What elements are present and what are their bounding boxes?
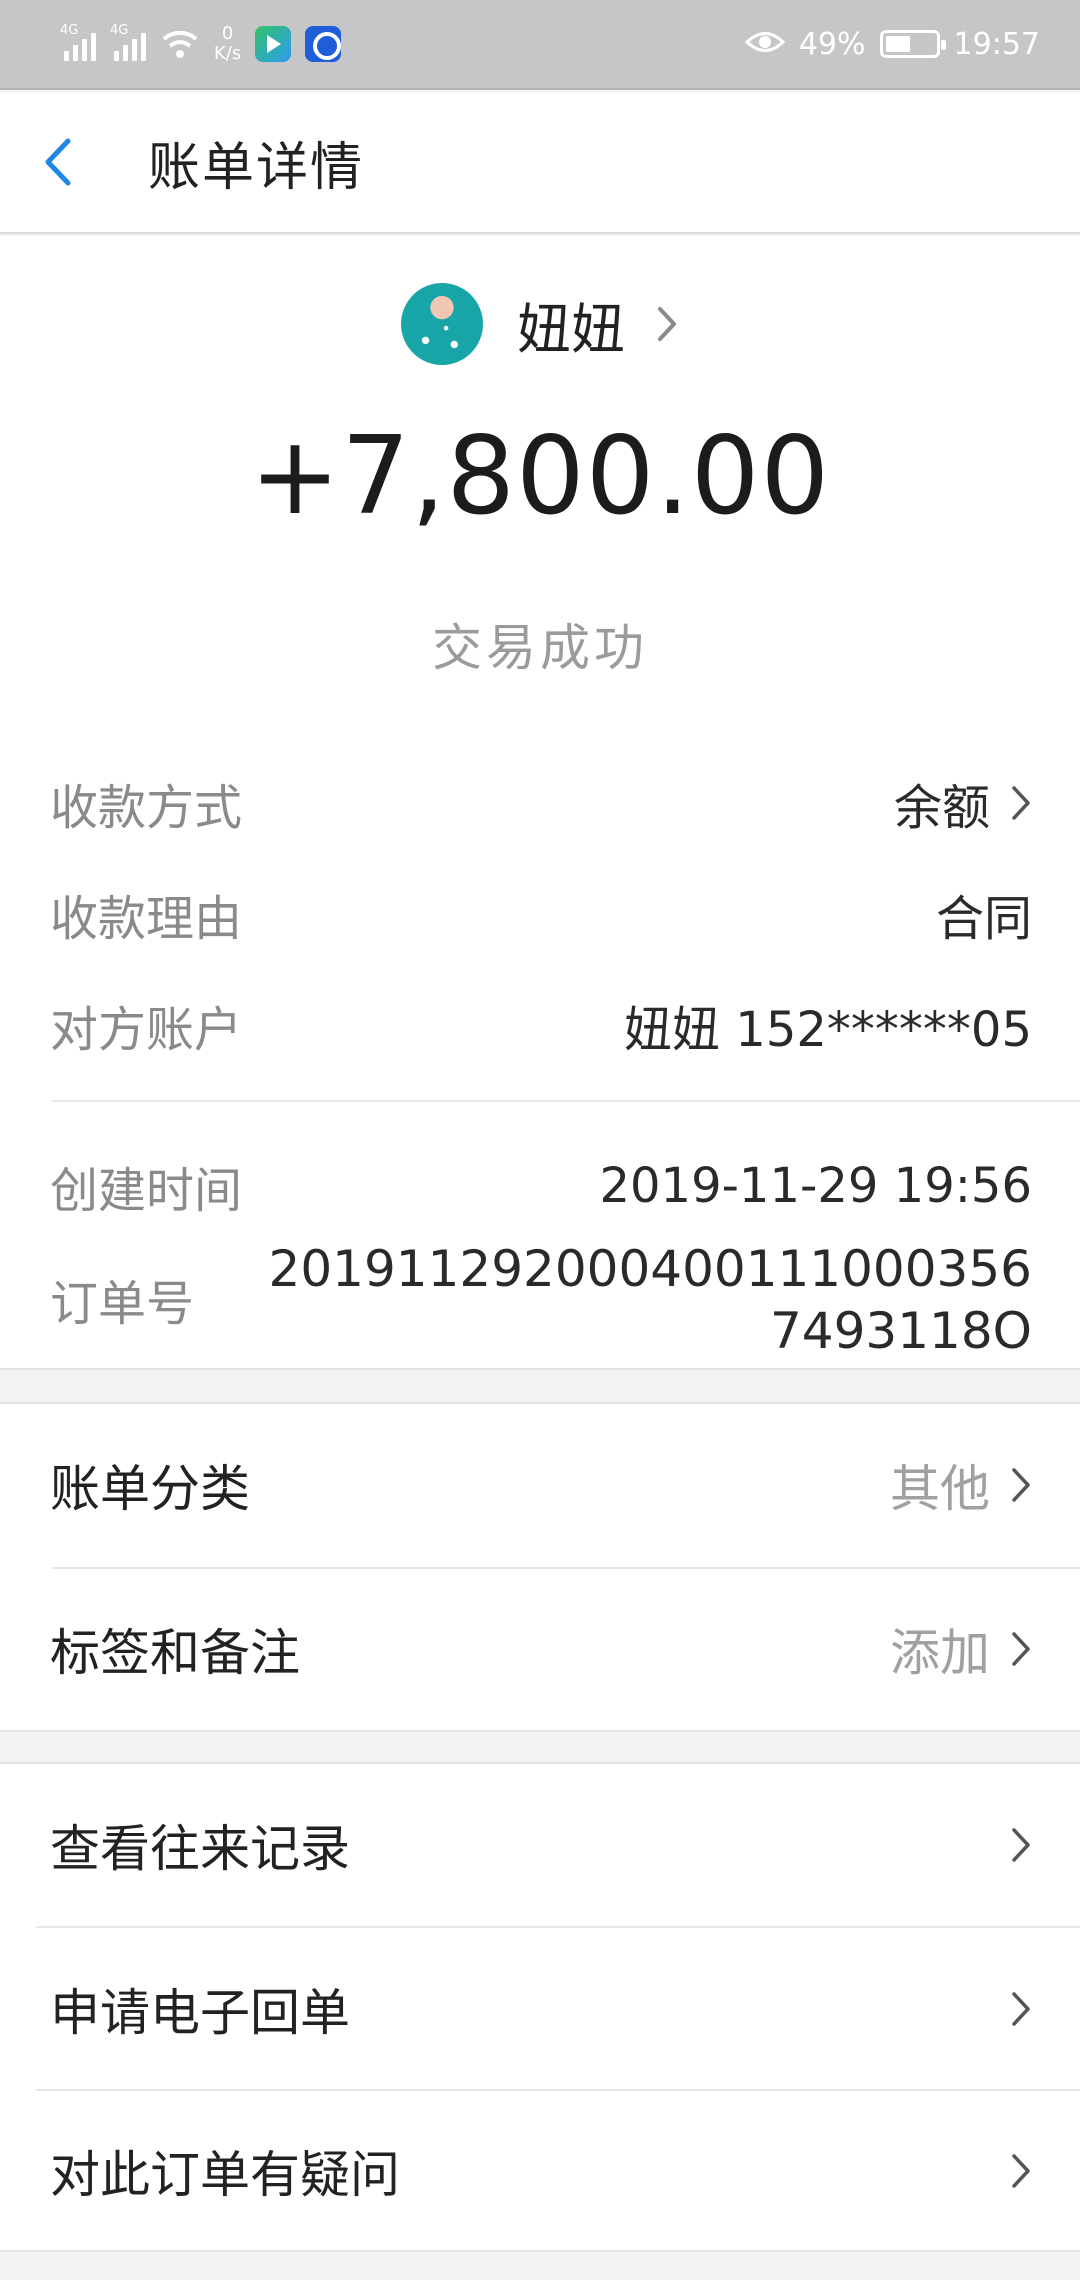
detail-label: 收款理由 [50,891,243,947]
category-value: 其他 [890,1460,990,1518]
item-label: 申请电子回单 [50,1984,350,2042]
chevron-right-icon [1012,2154,1030,2188]
bill-card: 妞妞 +7,800.00 交易成功 收款方式 余额 收款理由 合同 对方账户 妞… [0,236,1080,1370]
signal-icon: 4G [60,23,96,61]
speed-unit: K/s [214,43,242,64]
chevron-left-icon [45,138,71,186]
view-history-item[interactable]: 查看往来记录 [0,1764,1080,1926]
amount: +7,800.00 [249,414,831,539]
video-app-icon [255,26,292,62]
speed-value: 0 [221,23,234,44]
payment-method-row[interactable]: 收款方式 余额 [50,768,1032,838]
chevron-right-icon [1012,1992,1030,2026]
chevron-right-icon [658,307,676,341]
transaction-status: 交易成功 [432,619,648,677]
back-button[interactable] [38,117,128,207]
battery-fill [885,36,910,52]
divider [52,1100,1080,1102]
detail-value: 余额 [894,768,1032,838]
chevron-right-icon [1012,786,1030,820]
created-time-row: 创建时间 2019-11-29 19:56 [50,1151,1032,1221]
detail-label: 创建时间 [50,1163,243,1219]
counterparty-account-row: 对方账户 妞妞 152******05 [50,990,1032,1060]
eye-comfort-icon [744,27,786,61]
order-question-item[interactable]: 对此订单有疑问 [0,2090,1080,2252]
request-receipt-item[interactable]: 申请电子回单 [0,1928,1080,2090]
item-label: 对此订单有疑问 [50,2146,400,2204]
status-bar-right: 49% 19:57 [744,26,1040,62]
detail-label: 订单号 [50,1276,195,1332]
payee-link[interactable]: 妞妞 [0,283,1080,365]
order-number-row: 订单号 [50,1264,194,1334]
chevron-right-icon [1012,1828,1030,1862]
clock: 19:57 [953,26,1040,62]
item-value: 其他 [890,1449,1032,1521]
actions-section: 查看往来记录 申请电子回单 对此订单有疑问 [0,1762,1080,2252]
network-speed: 0 K/s [214,24,241,64]
chevron-right-icon [1012,1632,1030,1666]
page-title: 账单详情 [148,137,365,198]
avatar [401,283,483,365]
detail-value: 合同 [935,891,1032,947]
app-header: 账单详情 [0,92,1080,234]
wifi-icon [160,27,200,61]
network-type-label-2: 4G [110,23,129,38]
order-number: 2019112920004001110003567493118O [268,1240,1032,1356]
item-label: 标签和备注 [50,1624,300,1682]
status-bar-left: 4G 4G 0 K/s [60,23,342,64]
detail-label: 对方账户 [50,1002,243,1058]
notification-app-icon [305,26,342,62]
network-type-label: 4G [60,23,79,38]
detail-value: 妞妞 152******05 [624,1002,1032,1058]
tags-notes-item[interactable]: 标签和备注 添加 [0,1568,1080,1730]
detail-value: 2019-11-29 19:56 [599,1158,1032,1214]
payee-name: 妞妞 [517,297,625,361]
signal-icon-2: 4G [110,23,146,61]
item-label: 账单分类 [50,1460,250,1518]
chevron-right-icon [1012,1468,1030,1502]
classification-section: 账单分类 其他 标签和备注 添加 [0,1402,1080,1732]
battery-icon [879,30,946,58]
tags-value: 添加 [890,1624,990,1682]
status-bar: 4G 4G 0 K/s 49% 19:57 [0,0,1080,90]
item-value: 添加 [890,1613,1032,1685]
payment-reason-row: 收款理由 合同 [50,879,1032,949]
payment-method-value: 余额 [893,780,990,836]
bill-category-item[interactable]: 账单分类 其他 [0,1404,1080,1566]
detail-label: 收款方式 [50,780,243,836]
battery-percent: 49% [798,26,866,62]
item-label: 查看往来记录 [50,1820,350,1878]
